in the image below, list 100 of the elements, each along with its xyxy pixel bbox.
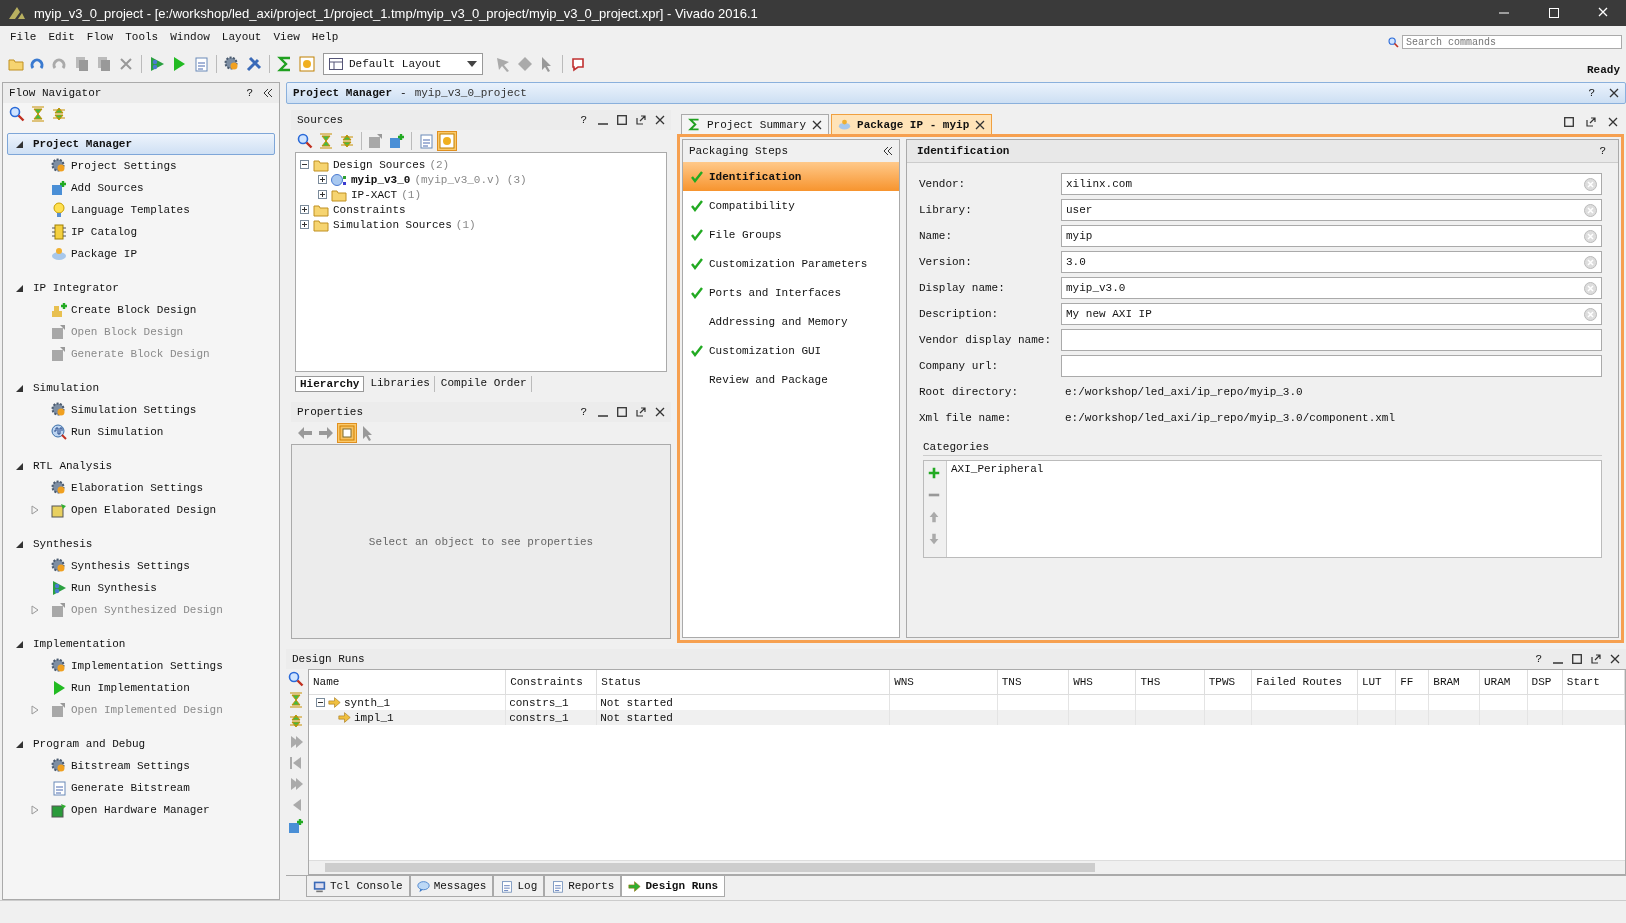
nav-section-header[interactable]: Project Manager (7, 133, 275, 155)
input-field[interactable]: xilinx.com (1061, 173, 1602, 195)
nav-item[interactable]: Create Block Design (71, 304, 197, 316)
menu-item[interactable]: File (4, 29, 43, 45)
tab[interactable]: Design Runs (621, 876, 726, 897)
table-cell[interactable]: synth_1 (344, 696, 391, 709)
close-tab-icon[interactable] (975, 119, 986, 130)
tab[interactable]: Reports (544, 876, 622, 897)
nav-item[interactable]: Run Implementation (71, 682, 190, 694)
nav-section-header[interactable]: Simulation (7, 377, 275, 399)
expand-toggle-icon[interactable] (300, 205, 309, 214)
nav-item[interactable]: Add Sources (71, 182, 144, 194)
toolbar-button[interactable] (337, 423, 357, 443)
input-field[interactable]: myip_v3.0 (1061, 277, 1602, 299)
tab[interactable]: Tcl Console (306, 876, 410, 897)
nav-item[interactable]: Bitstream Settings (71, 760, 190, 772)
step-item[interactable]: Ports and Interfaces (683, 278, 899, 307)
nav-item[interactable]: Project Settings (71, 160, 177, 172)
close-icon[interactable] (655, 115, 665, 125)
collapse-toggle-icon[interactable] (316, 698, 325, 707)
tab[interactable]: Messages (409, 876, 494, 897)
tab[interactable]: Libraries (366, 376, 435, 392)
float-icon[interactable] (1591, 654, 1601, 664)
toolbar-button[interactable] (437, 131, 457, 151)
column-header[interactable]: TNS (997, 670, 1069, 695)
collapse-panel-icon[interactable] (883, 146, 893, 156)
column-header[interactable]: FF (1395, 670, 1429, 695)
expand-triangle-icon[interactable] (31, 505, 39, 515)
step-item[interactable]: Identification (683, 162, 899, 191)
input-field[interactable]: 3.0 (1061, 251, 1602, 273)
nav-section-header[interactable]: RTL Analysis (7, 455, 275, 477)
column-header[interactable]: Name (309, 670, 506, 695)
table-cell[interactable]: impl_1 (354, 711, 394, 724)
editor-tab[interactable]: Project Summary (681, 114, 830, 134)
nav-item[interactable]: IP Catalog (71, 226, 137, 238)
column-header[interactable]: DSP (1527, 670, 1563, 695)
nav-item[interactable]: Simulation Settings (71, 404, 197, 416)
expand-toggle-icon[interactable] (300, 220, 309, 229)
step-item[interactable]: File Groups (683, 220, 899, 249)
tree-item[interactable]: IP-XACT (351, 188, 398, 201)
step-item[interactable]: Compatibility (683, 191, 899, 220)
clear-icon[interactable] (1584, 203, 1597, 217)
nav-item[interactable]: Elaboration Settings (71, 482, 204, 494)
nav-section-header[interactable]: Implementation (7, 633, 275, 655)
expand-triangle-icon[interactable] (31, 805, 39, 815)
column-header[interactable]: WHS (1068, 670, 1136, 695)
expand-toggle-icon[interactable] (318, 175, 327, 184)
expand-toggle-icon[interactable] (318, 190, 327, 199)
nav-item[interactable]: Open Hardware Manager (71, 804, 210, 816)
maximize-icon[interactable] (1564, 117, 1574, 127)
tab[interactable]: Compile Order (436, 376, 532, 392)
column-header[interactable]: THS (1135, 670, 1205, 695)
help-button[interactable]: ? (1586, 87, 1597, 99)
input-field[interactable]: user (1061, 199, 1602, 221)
tree-item[interactable]: Constraints (333, 203, 406, 216)
tree-item[interactable]: Design Sources (333, 158, 426, 171)
close-icon[interactable] (1610, 654, 1620, 664)
editor-tab[interactable]: Package IP - myip (831, 114, 993, 134)
horizontal-scrollbar[interactable] (309, 860, 1625, 874)
clear-icon[interactable] (1584, 281, 1597, 295)
menu-item[interactable]: Tools (119, 29, 165, 45)
step-item[interactable]: Customization GUI (683, 336, 899, 365)
nav-item[interactable]: Generate Bitstream (71, 782, 190, 794)
menu-item[interactable]: View (267, 29, 306, 45)
clear-icon[interactable] (1584, 177, 1597, 191)
help-button[interactable]: ? (578, 406, 589, 418)
nav-item[interactable]: Package IP (71, 248, 137, 260)
column-header[interactable]: Constraints (505, 670, 597, 695)
column-header[interactable]: Failed Routes (1251, 670, 1358, 695)
nav-item[interactable]: Language Templates (71, 204, 190, 216)
column-header[interactable]: LUT (1357, 670, 1396, 695)
step-item[interactable]: Review and Package (683, 365, 899, 394)
input-field[interactable]: myip (1061, 225, 1602, 247)
tree-item[interactable]: Simulation Sources (333, 218, 452, 231)
column-header[interactable]: BRAM (1428, 670, 1480, 695)
collapse-panel-icon[interactable] (263, 88, 273, 98)
toolbar-button[interactable] (387, 131, 407, 151)
collapse-toggle-icon[interactable] (300, 160, 309, 169)
nav-item[interactable]: Open Elaborated Design (71, 504, 217, 516)
clear-icon[interactable] (1584, 307, 1597, 321)
float-icon[interactable] (636, 407, 646, 417)
toolbar-button[interactable] (7, 104, 27, 124)
toolbar-button[interactable] (244, 54, 264, 74)
close-icon[interactable] (1608, 117, 1618, 127)
nav-item[interactable]: Run Simulation (71, 426, 164, 438)
nav-section-header[interactable]: Program and Debug (7, 733, 275, 755)
step-item[interactable]: Addressing and Memory (683, 307, 899, 336)
input-field[interactable] (1061, 355, 1602, 377)
float-icon[interactable] (1586, 117, 1596, 127)
close-icon[interactable] (1609, 88, 1619, 98)
menu-item[interactable]: Edit (42, 29, 81, 45)
help-button[interactable]: ? (244, 87, 255, 99)
tab[interactable]: Hierarchy (295, 376, 365, 392)
tab[interactable]: Log (493, 876, 545, 897)
menu-item[interactable]: Layout (215, 29, 268, 45)
column-header[interactable]: Start (1562, 670, 1625, 695)
close-tab-icon[interactable] (812, 119, 823, 130)
menu-item[interactable]: Window (164, 29, 216, 45)
nav-item[interactable]: Implementation Settings (71, 660, 223, 672)
category-item[interactable]: AXI_Peripheral (951, 463, 1044, 475)
